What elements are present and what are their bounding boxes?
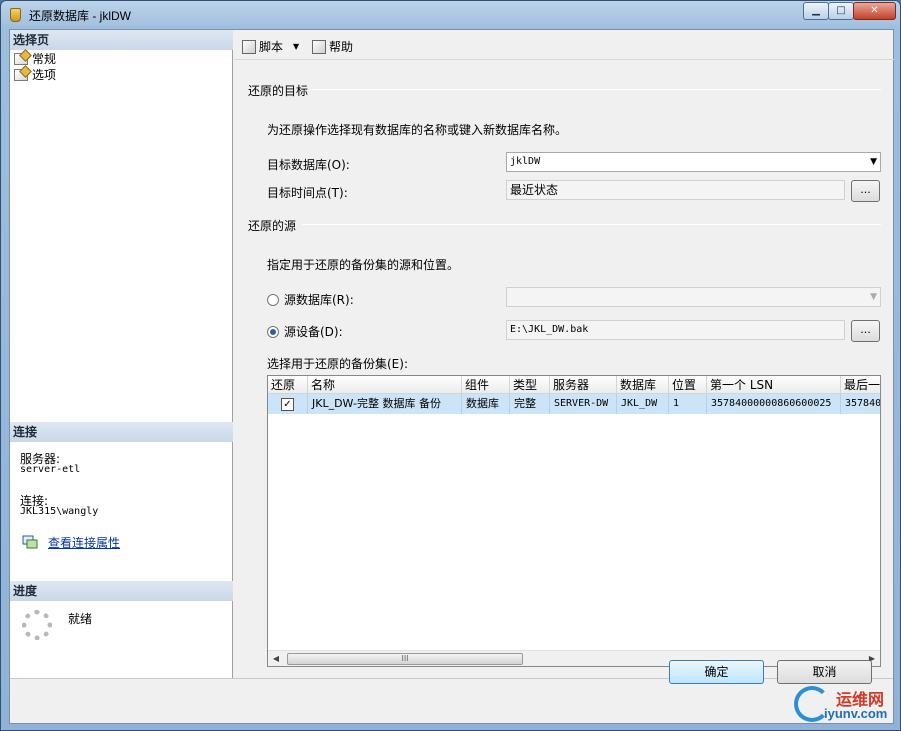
column-header-first-lsn[interactable]: 第一个 LSN — [707, 376, 841, 394]
position-cell: 1 — [669, 394, 707, 414]
watermark-en: iyunv.com — [824, 706, 888, 721]
restore-source-group-title: 还原的源 — [248, 219, 297, 233]
target-time-value: 最近状态 — [510, 183, 559, 197]
chevron-down-icon: ▼ — [870, 292, 877, 302]
select-page-header: 选择页 — [10, 30, 233, 50]
first-lsn-cell: 35784000000860600025 — [707, 394, 841, 414]
table-row[interactable]: ✓ JKL_DW-完整 数据库 备份 数据库 完整 SERVER-DW JKL_… — [268, 394, 881, 414]
maximize-button[interactable]: □ — [828, 2, 854, 20]
target-database-value: jklDW — [510, 156, 541, 167]
source-device-field: E:\JKL_DW.bak — [506, 320, 845, 340]
page-icon — [14, 69, 28, 81]
restore-checkbox[interactable]: ✓ — [281, 398, 294, 411]
left-panel: 选择页 常规 选项 连接 服务器: server-etl 连接: JKL315\… — [10, 30, 233, 678]
column-header-component[interactable]: 组件 — [462, 376, 510, 394]
source-database-dropdown: ▼ — [506, 287, 881, 307]
help-label: 帮助 — [329, 40, 354, 54]
database-icon — [10, 8, 21, 22]
script-button[interactable]: 脚本 ▼ — [242, 38, 299, 55]
source-device-radio[interactable] — [267, 326, 279, 338]
restore-source-description: 指定用于还原的备份集的源和位置。 — [267, 258, 460, 272]
connection-header: 连接 — [10, 422, 233, 442]
name-cell: JKL_DW-完整 数据库 备份 — [308, 394, 462, 414]
script-icon — [242, 39, 256, 54]
page-item-label: 选项 — [32, 68, 57, 82]
type-cell: 完整 — [510, 394, 550, 414]
target-database-label: 目标数据库(O): — [267, 158, 350, 172]
source-device-browse-button[interactable]: ... — [851, 320, 880, 342]
scrollbar-thumb[interactable]: III — [287, 653, 523, 665]
bottom-button-bar — [10, 678, 893, 723]
help-icon — [312, 39, 326, 54]
chevron-down-icon[interactable]: ▼ — [293, 42, 299, 51]
restore-cell: ✓ — [268, 394, 308, 414]
target-time-label: 目标时间点(T): — [267, 186, 348, 200]
divider — [302, 224, 881, 225]
title-bar: 还原数据库 - jklDW ▁ □ ✕ — [1, 1, 900, 29]
watermark-logo: 运维网 iyunv.com — [794, 684, 901, 728]
page-item-general[interactable]: 常规 — [14, 51, 56, 67]
target-database-dropdown[interactable]: jklDW ▼ — [506, 152, 881, 172]
backup-sets-grid[interactable]: 还原 名称 组件 类型 服务器 数据库 位置 第一个 LSN 最后一 ✓ JKL… — [267, 375, 881, 667]
source-device-label[interactable]: 源设备(D): — [284, 323, 343, 340]
server-cell: SERVER-DW — [550, 394, 617, 414]
close-button[interactable]: ✕ — [853, 2, 896, 20]
progress-header: 进度 — [10, 581, 233, 601]
help-button[interactable]: 帮助 — [312, 38, 353, 55]
source-database-label[interactable]: 源数据库(R): — [284, 291, 354, 308]
server-value: server-etl — [20, 464, 81, 475]
column-header-database[interactable]: 数据库 — [617, 376, 669, 394]
column-header-type[interactable]: 类型 — [510, 376, 550, 394]
scroll-left-icon[interactable]: ◀ — [268, 651, 284, 666]
column-header-restore[interactable]: 还原 — [268, 376, 308, 394]
database-cell: JKL_DW — [617, 394, 669, 414]
page-item-label: 常规 — [32, 52, 57, 66]
connection-properties-icon — [22, 535, 38, 549]
progress-status: 就绪 — [68, 612, 93, 626]
ok-button[interactable]: 确定 — [669, 660, 764, 684]
toolbar: 脚本 ▼ 帮助 — [234, 30, 894, 60]
column-header-position[interactable]: 位置 — [669, 376, 707, 394]
column-header-last-lsn[interactable]: 最后一 — [841, 376, 880, 394]
target-time-browse-button[interactable]: ... — [851, 180, 880, 202]
window-title: 还原数据库 - jklDW — [29, 9, 131, 23]
progress-spinner-icon — [22, 610, 52, 640]
view-connection-properties-link[interactable]: 查看连接属性 — [48, 534, 120, 551]
component-cell: 数据库 — [462, 394, 510, 414]
page-icon — [14, 53, 28, 65]
last-lsn-cell: 357840 — [845, 398, 881, 409]
backup-sets-label: 选择用于还原的备份集(E): — [267, 357, 408, 371]
minimize-button[interactable]: ▁ — [803, 2, 829, 20]
dialog-client: 选择页 常规 选项 连接 服务器: server-etl 连接: JKL315\… — [9, 29, 894, 724]
page-item-options[interactable]: 选项 — [14, 67, 56, 83]
column-header-name[interactable]: 名称 — [308, 376, 462, 394]
restore-database-window: 还原数据库 - jklDW ▁ □ ✕ 选择页 常规 选项 连接 服务器: se… — [0, 0, 901, 731]
divider — [310, 89, 881, 90]
restore-target-group-title: 还原的目标 — [248, 84, 309, 98]
cancel-button[interactable]: 取消 — [777, 660, 872, 684]
restore-target-description: 为还原操作选择现有数据库的名称或键入新数据库名称。 — [267, 123, 568, 137]
source-device-value: E:\JKL_DW.bak — [510, 324, 589, 335]
script-label: 脚本 — [259, 40, 284, 54]
target-time-field: 最近状态 — [506, 180, 845, 200]
connection-value: JKL315\wangly — [20, 506, 99, 517]
source-database-radio[interactable] — [267, 294, 279, 306]
grid-header: 还原 名称 组件 类型 服务器 数据库 位置 第一个 LSN 最后一 — [268, 376, 880, 394]
column-header-server[interactable]: 服务器 — [550, 376, 617, 394]
chevron-down-icon[interactable]: ▼ — [870, 153, 877, 171]
